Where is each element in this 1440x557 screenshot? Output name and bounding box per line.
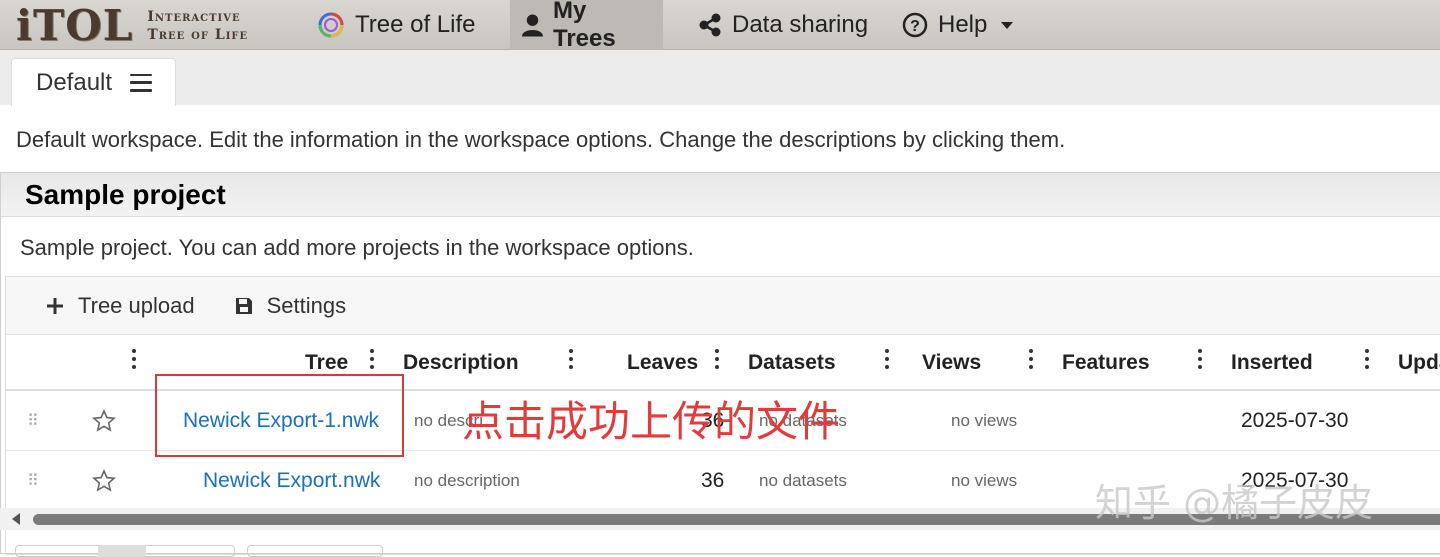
annotation-highlight-box [155, 374, 404, 457]
column-header-inserted[interactable]: Inserted [1231, 351, 1313, 375]
column-menu-icon[interactable] [370, 349, 374, 369]
settings-button[interactable]: Settings [235, 292, 347, 319]
table-toolbar: Tree upload Settings [6, 277, 1440, 335]
settings-label: Settings [266, 292, 347, 318]
column-header-views[interactable]: Views [922, 351, 981, 375]
tree-name-link[interactable]: Newick Export.nwk [203, 451, 380, 511]
tree-of-life-circle-icon [318, 12, 344, 38]
column-menu-icon[interactable] [1029, 349, 1033, 369]
logo-sub-line-2: Tree of Life [147, 27, 249, 43]
logo-main-text: iTOL [16, 1, 134, 50]
logo-sub-text: Interactive Tree of Life [147, 8, 248, 44]
tree-leaves: 36 [701, 469, 725, 492]
project-description[interactable]: Sample project. You can add more project… [20, 235, 694, 261]
tree-upload-label: Tree upload [78, 292, 195, 318]
column-menu-icon[interactable] [569, 349, 573, 369]
logo-sub-line-1: Interactive [147, 9, 241, 25]
column-header-description[interactable]: Description [403, 351, 519, 375]
column-header-datasets[interactable]: Datasets [748, 351, 836, 375]
workspace-tab-default[interactable]: Default [11, 58, 176, 106]
user-icon [522, 14, 543, 37]
watermark-text: 知乎 @橘子皮皮 [1095, 481, 1374, 525]
star-icon[interactable] [92, 451, 116, 511]
column-menu-icon[interactable] [1198, 349, 1202, 369]
workspace-description[interactable]: Default workspace. Edit the information … [16, 127, 1065, 153]
itol-logo[interactable]: iTOL Interactive Tree of Life [16, 4, 248, 48]
nav-my-trees[interactable]: My Trees [510, 0, 663, 52]
menu-icon[interactable] [130, 73, 153, 92]
project-title: Sample project [1, 173, 1440, 217]
page-size-select[interactable] [247, 545, 383, 557]
column-header-tree[interactable]: Tree [305, 351, 348, 375]
nav-label: My Trees [552, 0, 616, 52]
column-menu-icon[interactable] [132, 349, 136, 369]
share-icon [699, 13, 721, 37]
drag-handle-icon[interactable]: ⠿ [27, 451, 39, 511]
workspace-tab-label: Default [36, 68, 113, 96]
tree-datasets: no datasets [759, 471, 847, 490]
pagination-active-page[interactable] [98, 545, 146, 557]
nav-tree-of-life[interactable]: Tree of Life [305, 0, 488, 50]
nav-label: Tree of Life [355, 11, 476, 38]
column-menu-icon[interactable] [885, 349, 889, 369]
nav-label: Help [938, 11, 988, 38]
plus-icon [47, 297, 63, 314]
annotation-text: 点击成功上传的文件 [462, 397, 841, 446]
star-icon[interactable] [92, 391, 116, 451]
chevron-down-icon [1001, 21, 1014, 29]
workspace-tabbar: Default [0, 50, 1440, 106]
nav-data-sharing[interactable]: Data sharing [686, 0, 880, 50]
drag-handle-icon[interactable]: ⠿ [27, 391, 39, 451]
tree-inserted: 2025-07-30 [1241, 409, 1349, 432]
save-disk-icon [235, 297, 252, 314]
tree-upload-button[interactable]: Tree upload [46, 293, 195, 319]
column-header-leaves[interactable]: Leaves [627, 351, 698, 375]
column-menu-icon[interactable] [1365, 349, 1369, 369]
top-navbar: iTOL Interactive Tree of Life Tree of Li… [0, 0, 1440, 52]
tree-views: no views [951, 411, 1018, 430]
scroll-left-arrow-icon[interactable] [12, 513, 20, 525]
column-header-updated[interactable]: Upda [1398, 351, 1440, 375]
column-menu-icon[interactable] [715, 349, 719, 369]
svg-text:?: ? [910, 18, 920, 35]
nav-label: Data sharing [732, 11, 869, 38]
help-circle-icon: ? [902, 12, 928, 38]
nav-help[interactable]: ? Help [890, 0, 1025, 50]
tree-views: no views [951, 471, 1018, 490]
tree-description[interactable]: no description [414, 451, 520, 511]
column-header-features[interactable]: Features [1062, 351, 1150, 375]
